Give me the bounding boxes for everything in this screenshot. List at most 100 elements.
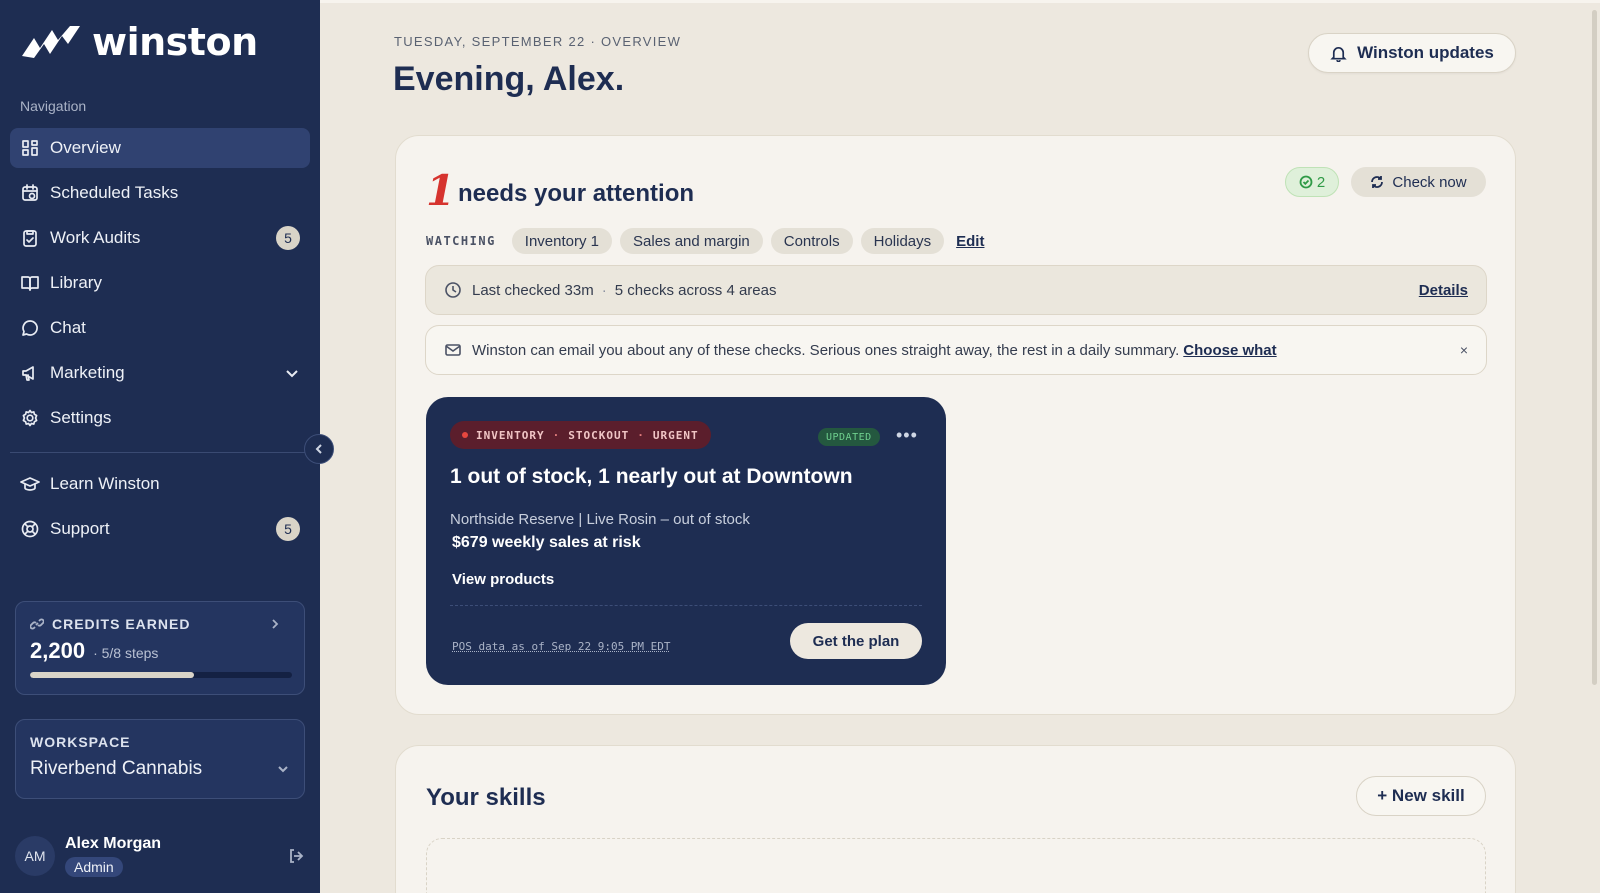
sidebar-item-label: Settings xyxy=(50,408,112,427)
brand-name: winston xyxy=(92,20,258,64)
skills-title: Your skills xyxy=(426,784,546,811)
pos-data-note: POS data as of Sep 22 9:05 PM EDT xyxy=(452,640,671,653)
credits-value: 2,200 xyxy=(30,638,86,663)
sidebar-item-chat[interactable]: Chat xyxy=(10,308,310,348)
refresh-icon xyxy=(1371,176,1384,188)
checks-summary-text: 5 checks across 4 areas xyxy=(614,281,777,299)
sidebar: winston Navigation Overview Scheduled Ta… xyxy=(0,0,320,893)
chevron-down-icon xyxy=(278,766,288,773)
credits-earned-panel[interactable]: CREDITS EARNED 2,200 · 5/8 steps xyxy=(15,601,305,695)
workspace-label: WORKSPACE xyxy=(30,734,131,750)
winston-updates-button[interactable]: Winston updates xyxy=(1308,33,1516,73)
nav-heading: Navigation xyxy=(20,98,87,114)
sidebar-item-support[interactable]: Support 5 xyxy=(10,509,310,549)
issue-card[interactable]: INVENTORY · STOCKOUT · URGENT UPDATED ••… xyxy=(426,397,946,685)
chip-controls[interactable]: Controls xyxy=(770,228,853,254)
tag-inventory: INVENTORY xyxy=(476,428,545,442)
sidebar-item-learn-winston[interactable]: Learn Winston xyxy=(10,464,310,504)
email-notice-bar: Winston can email you about any of these… xyxy=(425,325,1487,375)
chevron-left-icon xyxy=(315,444,322,454)
link-icon xyxy=(30,618,44,630)
sidebar-item-library[interactable]: Library xyxy=(10,263,310,303)
user-role-badge: Admin xyxy=(65,857,123,877)
workspace-selector[interactable]: WORKSPACE Riverbend Cannabis xyxy=(15,719,305,799)
check-circle-icon xyxy=(1299,175,1313,189)
tag-separator: · xyxy=(552,428,561,442)
chevron-right-icon xyxy=(272,619,279,629)
updated-badge: UPDATED xyxy=(818,428,880,446)
attention-count: 1 xyxy=(426,166,456,215)
sidebar-item-overview[interactable]: Overview xyxy=(10,128,310,168)
winston-logo[interactable]: winston xyxy=(20,20,258,64)
issue-risk: $679 weekly sales at risk xyxy=(452,534,641,551)
tag-stockout: STOCKOUT xyxy=(568,428,630,442)
close-icon[interactable]: × xyxy=(1460,342,1468,358)
credits-progress-bar xyxy=(30,672,292,678)
last-checked-bar: Last checked 33m · 5 checks across 4 are… xyxy=(425,265,1487,315)
more-options-icon[interactable]: ••• xyxy=(896,425,918,446)
user-name: Alex Morgan xyxy=(65,835,162,852)
separator-dot: · xyxy=(601,281,607,299)
sidebar-item-label: Chat xyxy=(50,318,86,337)
view-products-link[interactable]: View products xyxy=(452,571,554,588)
check-now-button[interactable]: Check now xyxy=(1351,167,1486,197)
clock-icon xyxy=(445,282,461,298)
tag-urgent: URGENT xyxy=(652,428,699,442)
chip-inventory[interactable]: Inventory 1 xyxy=(511,228,613,254)
date-line: TUESDAY, SEPTEMBER 22 · OVERVIEW xyxy=(394,34,682,49)
chevron-down-icon[interactable] xyxy=(284,365,300,381)
sidebar-item-label: Work Audits xyxy=(50,228,141,247)
edit-watching-link[interactable]: Edit xyxy=(956,233,984,250)
megaphone-icon xyxy=(20,363,40,383)
clipboard-icon xyxy=(20,228,40,248)
graduation-cap-icon xyxy=(20,474,40,494)
issue-subtitle: Northside Reserve | Live Rosin – out of … xyxy=(450,511,750,528)
gear-icon xyxy=(20,408,40,428)
ok-checks-count: 2 xyxy=(1316,173,1326,191)
sidebar-item-label: Learn Winston xyxy=(50,474,160,493)
winston-updates-label: Winston updates xyxy=(1357,43,1494,62)
tag-separator: · xyxy=(637,428,645,442)
main-nav: Overview Scheduled Tasks Work Audits 5 L… xyxy=(10,128,310,443)
sidebar-item-label: Overview xyxy=(50,138,121,157)
avatar[interactable]: AM xyxy=(15,836,55,876)
email-notice-text: Winston can email you about any of these… xyxy=(472,341,1180,359)
user-profile: AM Alex Morgan Admin xyxy=(15,828,305,884)
ok-checks-badge[interactable]: 2 xyxy=(1285,167,1339,197)
mail-icon xyxy=(445,344,461,356)
attention-card: 1 needs your attention 2 Check now WATCH… xyxy=(395,135,1516,715)
credits-steps: · 5/8 steps xyxy=(93,645,159,661)
sidebar-item-settings[interactable]: Settings xyxy=(10,398,310,438)
chip-sales-and-margin[interactable]: Sales and margin xyxy=(620,228,763,254)
sidebar-item-work-audits[interactable]: Work Audits 5 xyxy=(10,218,310,258)
get-the-plan-button[interactable]: Get the plan xyxy=(790,623,922,659)
issue-divider xyxy=(450,605,922,606)
scrollbar-thumb[interactable] xyxy=(1592,10,1597,685)
urgent-dot-icon xyxy=(462,432,468,438)
details-link[interactable]: Details xyxy=(1419,282,1468,299)
bell-icon xyxy=(1330,46,1347,62)
issue-tag: INVENTORY · STOCKOUT · URGENT xyxy=(450,421,711,449)
attention-title: needs your attention xyxy=(458,180,695,207)
calendar-clock-icon xyxy=(20,183,40,203)
winston-logo-icon xyxy=(22,26,80,58)
book-icon xyxy=(20,273,40,293)
grid-icon xyxy=(20,138,40,158)
check-now-label: Check now xyxy=(1392,173,1467,191)
new-skill-button[interactable]: + New skill xyxy=(1356,776,1486,816)
last-checked-text: Last checked 33m xyxy=(472,281,594,299)
sidebar-item-marketing[interactable]: Marketing xyxy=(10,353,310,393)
watching-row: WATCHING Inventory 1 Sales and margin Co… xyxy=(426,228,984,254)
sidebar-item-label: Scheduled Tasks xyxy=(50,183,179,202)
issue-title: 1 out of stock, 1 nearly out at Downtown xyxy=(450,465,853,488)
chip-holidays[interactable]: Holidays xyxy=(860,228,945,254)
choose-what-link[interactable]: Choose what xyxy=(1183,342,1276,359)
collapse-sidebar-button[interactable] xyxy=(304,434,334,464)
top-rule xyxy=(320,0,1600,3)
credits-progress-fill xyxy=(30,672,194,678)
logout-icon[interactable] xyxy=(287,847,305,865)
sidebar-item-label: Marketing xyxy=(50,363,125,382)
sidebar-item-scheduled-tasks[interactable]: Scheduled Tasks xyxy=(10,173,310,213)
count-badge: 5 xyxy=(276,226,300,250)
sidebar-item-label: Library xyxy=(50,273,102,292)
